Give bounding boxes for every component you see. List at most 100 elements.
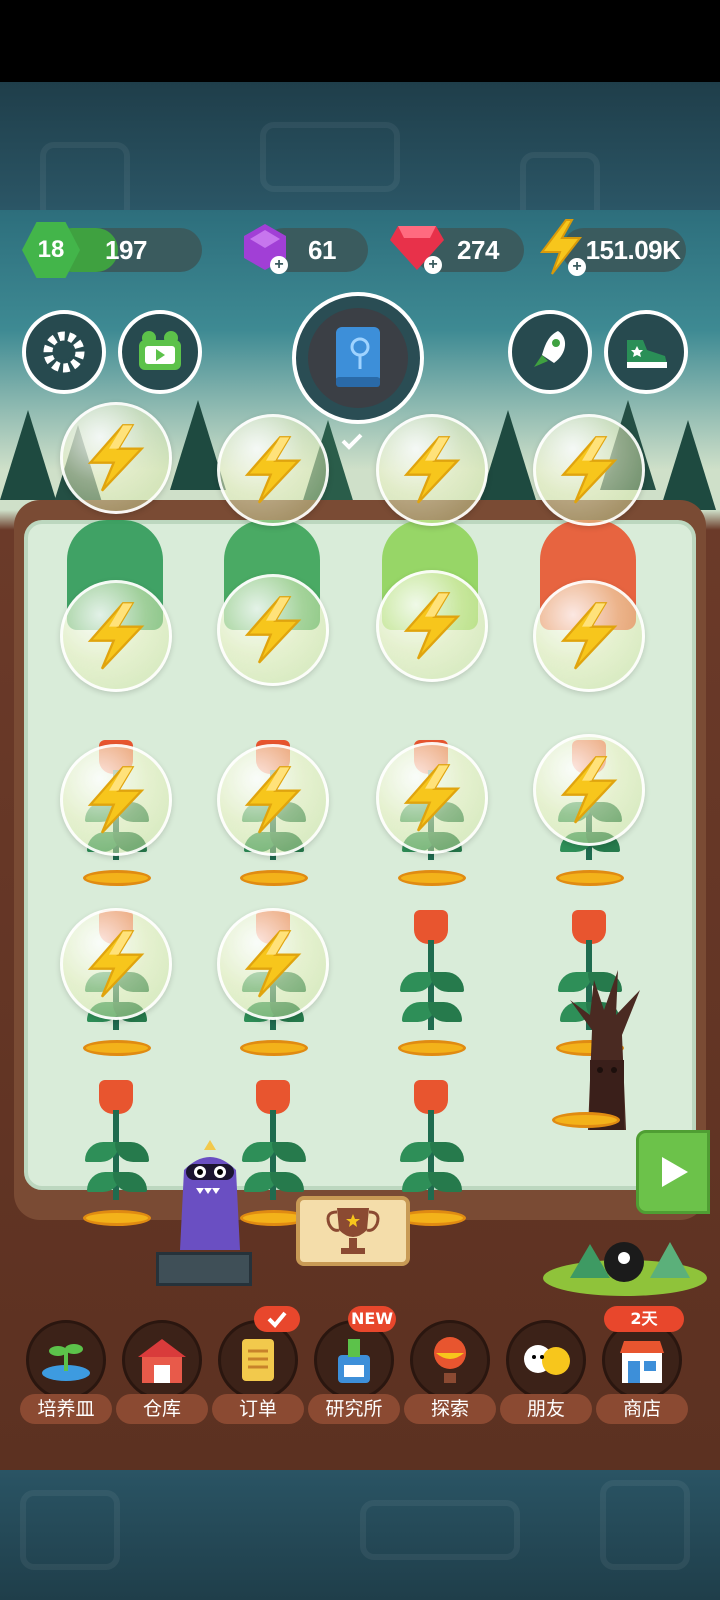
flower-pot-base	[240, 870, 308, 886]
nav-icon-circle	[122, 1320, 202, 1400]
purple-gem-value: 61	[308, 234, 336, 265]
red-gem-plus-icon[interactable]: +	[424, 256, 442, 274]
energy-bubble[interactable]	[217, 908, 329, 1020]
shop-icon	[620, 1341, 664, 1383]
nav-shop-button[interactable]: 商店	[596, 1320, 688, 1430]
tree-pot-base	[552, 1112, 620, 1128]
nav-lab-button[interactable]: 研究所	[308, 1320, 400, 1430]
energy-bubble[interactable]	[217, 414, 329, 526]
nav-label: 培养皿	[20, 1394, 112, 1424]
lightning-icon	[87, 424, 145, 492]
shoe-button[interactable]	[604, 310, 688, 394]
energy-bubble[interactable]	[217, 574, 329, 686]
check-icon	[341, 433, 363, 450]
barn-icon	[138, 1339, 186, 1383]
nav-label: 订单	[212, 1394, 304, 1424]
level-value: 18	[37, 236, 65, 263]
status-bar	[0, 0, 720, 82]
nav-label: 探索	[404, 1394, 496, 1424]
energy-plus-icon[interactable]: +	[568, 258, 586, 276]
lightning-icon	[87, 766, 145, 834]
trophy-sign[interactable]	[296, 1196, 410, 1266]
leaf	[272, 1142, 306, 1162]
flower-pot-base	[556, 870, 624, 886]
xp-value: 197	[105, 234, 147, 265]
gear-icon	[43, 331, 85, 373]
leaf	[430, 1142, 464, 1162]
creature-nest[interactable]	[540, 1228, 710, 1298]
nav-explore-button[interactable]: 探索	[404, 1320, 496, 1430]
energy-bubble[interactable]	[376, 414, 488, 526]
flower-pot-base	[83, 1210, 151, 1226]
energy-bubble[interactable]	[376, 742, 488, 854]
withered-tree[interactable]	[560, 960, 650, 1130]
lightning-icon	[560, 602, 618, 670]
nav-label: 仓库	[116, 1394, 208, 1424]
scroll-icon	[242, 1339, 274, 1381]
lightning-icon	[403, 592, 461, 660]
orders-ready-badge	[254, 1306, 300, 1332]
lightning-icon	[403, 436, 461, 504]
energy-bubble[interactable]	[60, 908, 172, 1020]
nav-label: 研究所	[308, 1394, 400, 1424]
flower-pot-base	[398, 870, 466, 886]
top-decor-band	[0, 82, 720, 210]
lightning-icon	[244, 596, 302, 664]
balloon-icon	[434, 1337, 466, 1383]
flower-bloom	[414, 1080, 448, 1114]
energy-flower[interactable]	[85, 1080, 149, 1220]
energy-bubble[interactable]	[376, 570, 488, 682]
energy-flower[interactable]	[400, 1080, 464, 1220]
nav-icon-circle	[314, 1320, 394, 1400]
rocket-button[interactable]	[508, 310, 592, 394]
encyclopedia-button[interactable]	[292, 292, 424, 424]
flower-pot-base	[83, 870, 151, 886]
flower-pot-base	[83, 1040, 151, 1056]
energy-flower[interactable]	[242, 1080, 306, 1220]
flower-pot-base	[398, 1040, 466, 1056]
nav-label: 朋友	[500, 1394, 592, 1424]
next-page-button[interactable]	[636, 1130, 710, 1214]
flower-bloom	[414, 910, 448, 944]
energy-bubble[interactable]	[533, 580, 645, 692]
nav-friends-button[interactable]: 朋友	[500, 1320, 592, 1430]
seedling-icon	[42, 1344, 90, 1381]
nav-dish-button[interactable]: 培养皿	[20, 1320, 112, 1430]
nav-icon-circle	[602, 1320, 682, 1400]
flower-pot-base	[240, 1040, 308, 1056]
leaf	[115, 1142, 149, 1162]
lab-new-badge: NEW	[348, 1306, 396, 1332]
energy-bubble[interactable]	[533, 414, 645, 526]
book-icon	[336, 327, 380, 387]
sneaker-icon	[627, 340, 667, 368]
lightning-icon	[87, 930, 145, 998]
nav-label: 商店	[596, 1394, 688, 1424]
lightning-icon	[244, 766, 302, 834]
lightning-icon	[244, 930, 302, 998]
nav-icon-circle	[506, 1320, 586, 1400]
red-gem-value: 274	[457, 234, 499, 265]
play-icon	[662, 1157, 688, 1187]
energy-flower[interactable]	[400, 910, 464, 1050]
friends-icon	[524, 1345, 570, 1375]
nav-warehouse-button[interactable]: 仓库	[116, 1320, 208, 1430]
dino-monster[interactable]	[170, 1140, 250, 1260]
trophy-icon	[326, 1208, 380, 1254]
energy-value: 151.09K	[585, 234, 681, 265]
nav-orders-button[interactable]: 订单	[212, 1320, 304, 1430]
flower-bloom	[99, 1080, 133, 1114]
monster-pedestal	[156, 1252, 252, 1286]
lightning-icon	[87, 602, 145, 670]
energy-bubble[interactable]	[60, 744, 172, 856]
video-reward-button[interactable]	[118, 310, 202, 394]
energy-bubble[interactable]	[60, 580, 172, 692]
energy-bubble[interactable]	[217, 744, 329, 856]
energy-bubble[interactable]	[60, 402, 172, 514]
nav-icon-circle	[410, 1320, 490, 1400]
check-icon	[267, 1311, 287, 1328]
nav-icon-circle	[218, 1320, 298, 1400]
leaf	[430, 972, 464, 992]
energy-bubble[interactable]	[533, 734, 645, 846]
purple-gem-plus-icon[interactable]: +	[270, 256, 288, 274]
settings-button[interactable]	[22, 310, 106, 394]
